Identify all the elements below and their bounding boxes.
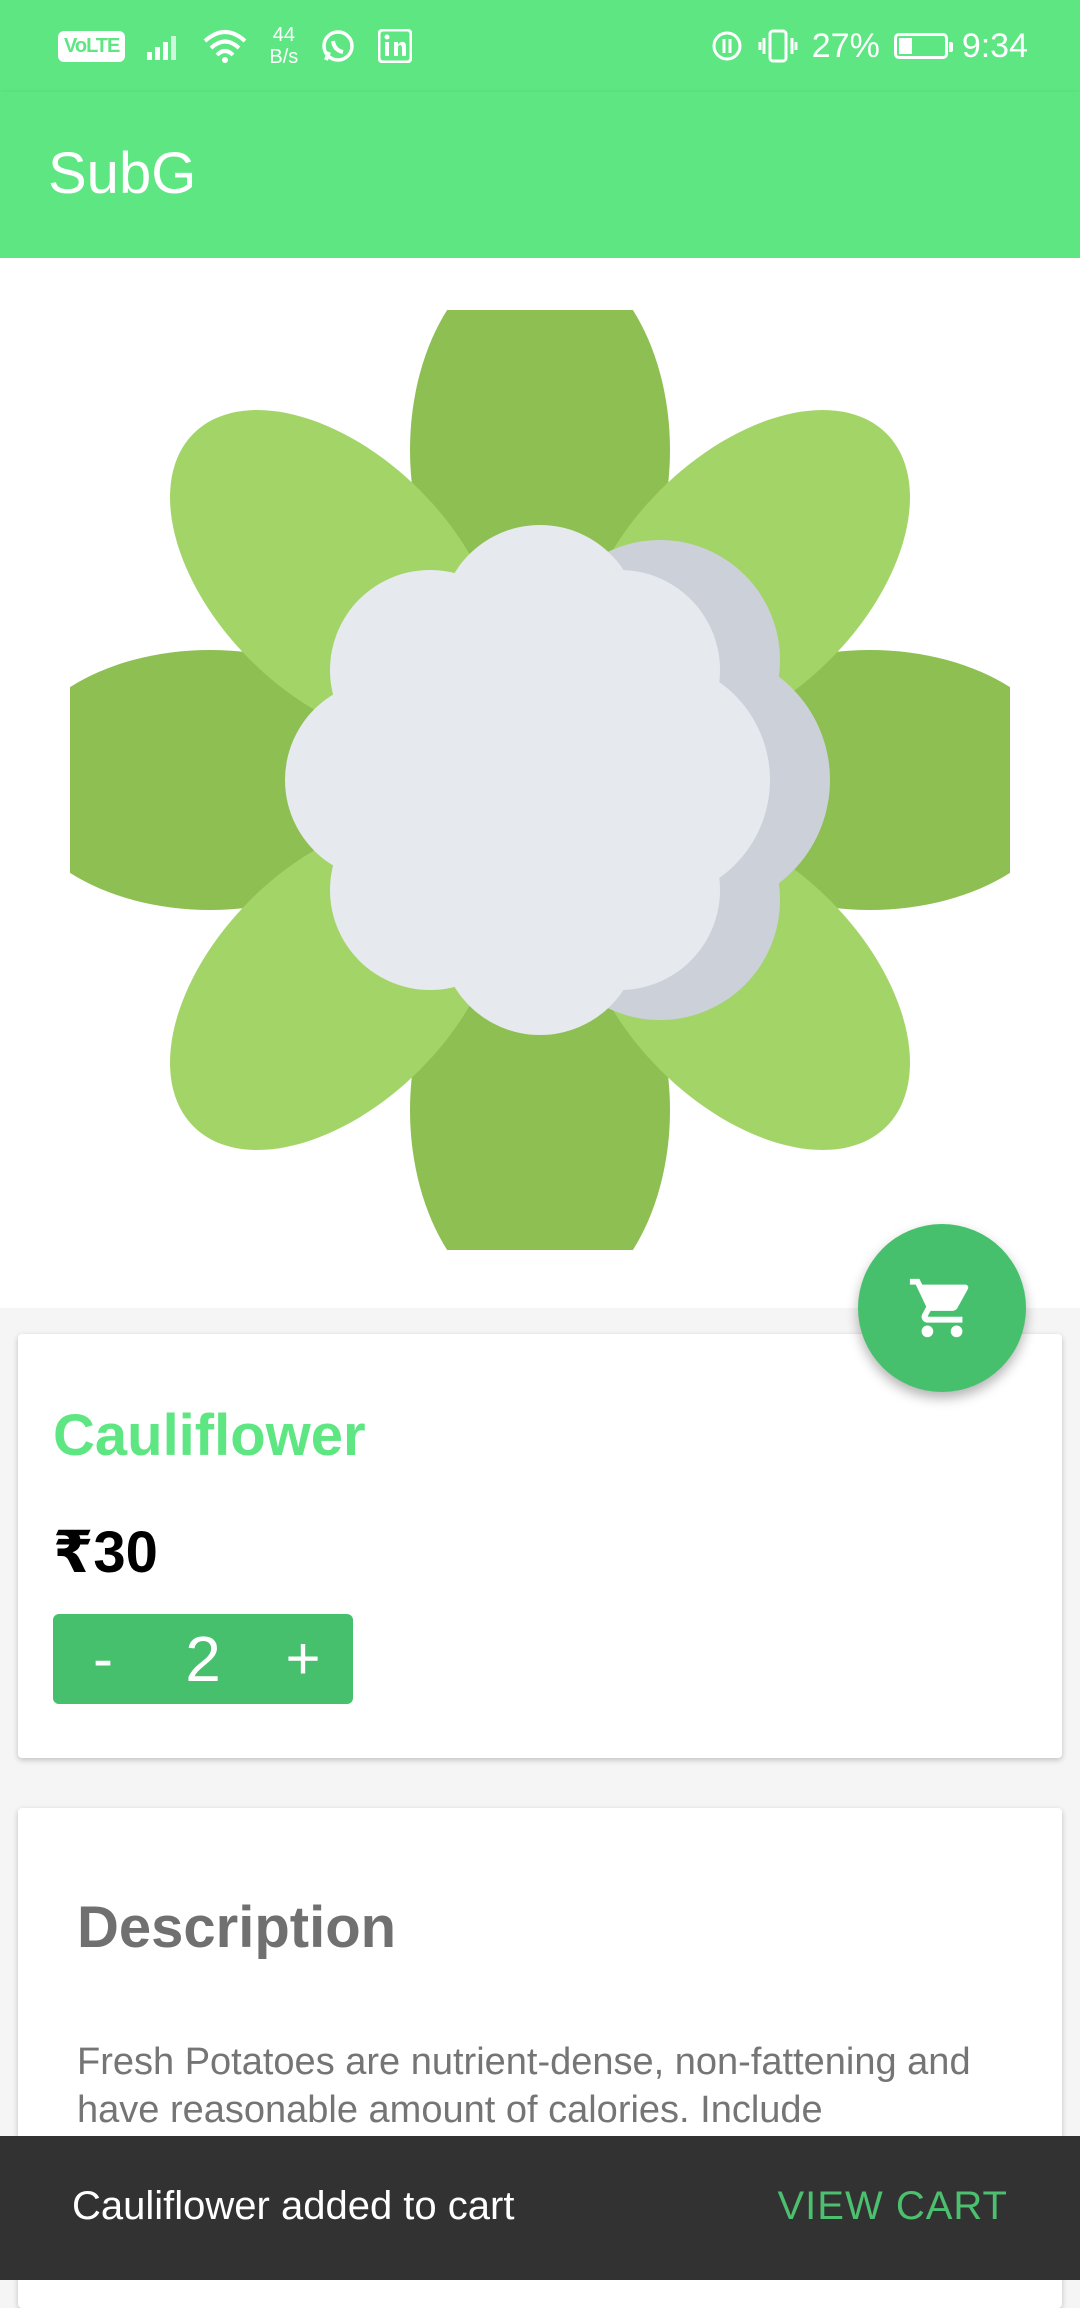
app-bar: SubG — [0, 92, 1080, 258]
product-name: Cauliflower — [53, 1403, 366, 1468]
quantity-value: 2 — [185, 1623, 221, 1695]
description-title: Description — [77, 1895, 397, 1960]
linkedin-icon — [378, 29, 413, 63]
status-bar-right: 27% 9:34 — [710, 22, 1028, 70]
product-price: ₹30 — [53, 1520, 158, 1585]
clock: 9:34 — [961, 26, 1028, 65]
quantity-stepper: - 2 + — [53, 1614, 353, 1704]
vibrate-icon — [758, 29, 798, 63]
cart-icon — [909, 1278, 969, 1338]
cart-fab-button[interactable] — [858, 1224, 1026, 1392]
cauliflower-image — [70, 310, 1010, 1250]
snackbar: Cauliflower added to cart VIEW CART — [0, 2136, 1080, 2280]
product-card: Cauliflower ₹30 - 2 + — [18, 1334, 1062, 1758]
battery-percent: 27% — [811, 26, 880, 65]
view-cart-button[interactable]: VIEW CART — [777, 2184, 1008, 2229]
increment-button[interactable]: + — [253, 1614, 353, 1704]
app-title: SubG — [48, 141, 197, 206]
wifi-icon — [203, 29, 247, 63]
signal-icon — [147, 32, 181, 60]
net-speed-value: 44 — [272, 24, 295, 46]
product-image-area — [0, 258, 1080, 1308]
net-speed-unit: B/s — [269, 46, 299, 68]
net-speed: 44 B/s — [269, 24, 298, 68]
decrement-button[interactable]: - — [53, 1614, 153, 1704]
volte-icon: VoLTE — [58, 30, 126, 62]
status-bar-left: VoLTE 44 B/s — [58, 22, 413, 70]
snackbar-message: Cauliflower added to cart — [72, 2184, 515, 2228]
battery-level — [898, 38, 912, 54]
whatsapp-icon — [320, 28, 356, 64]
data-saver-icon — [710, 29, 744, 63]
status-bar: VoLTE 44 B/s 27% 9:34 — [0, 0, 1080, 92]
battery-icon — [893, 33, 953, 59]
description-text: Fresh Potatoes are nutrient-dense, non-f… — [77, 2041, 971, 2131]
